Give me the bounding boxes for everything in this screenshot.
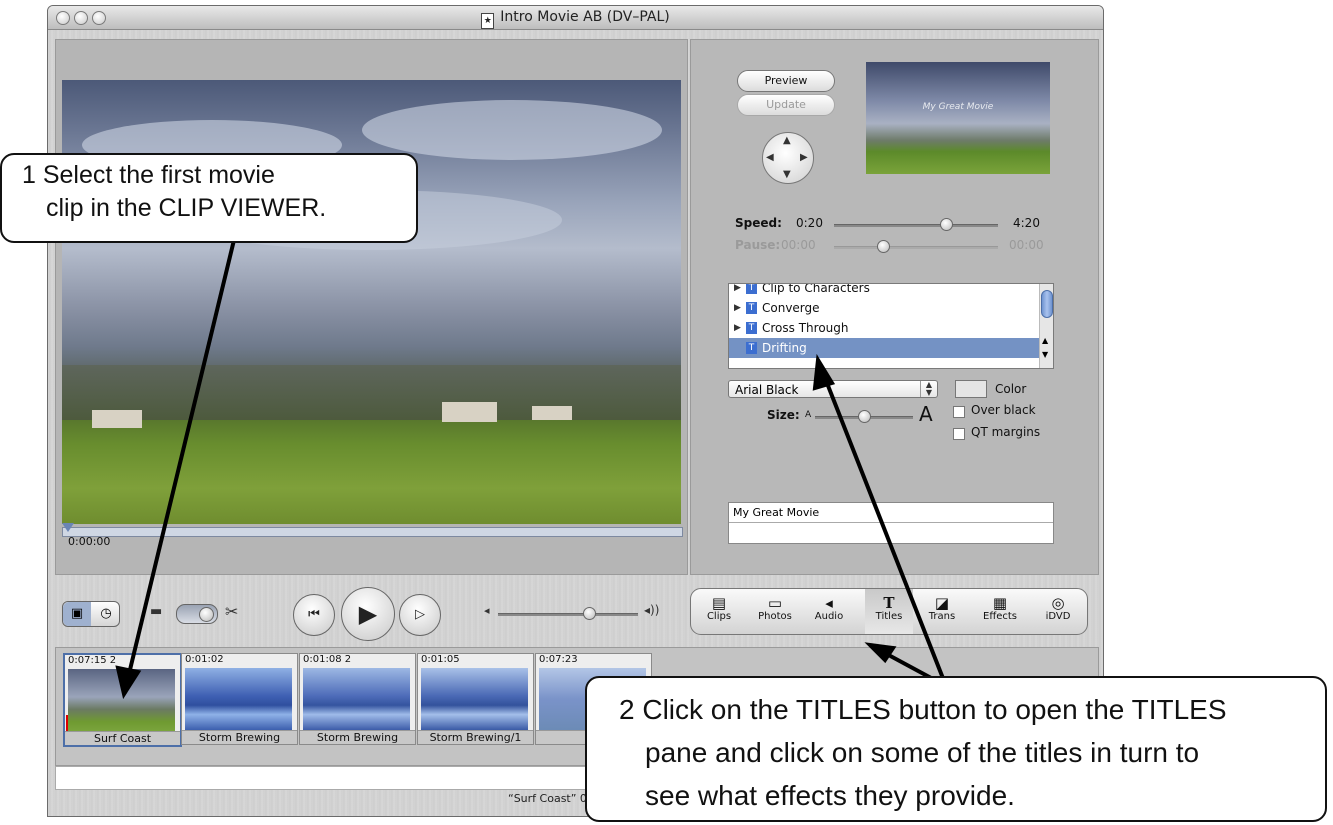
callout-step-1: 1 Select the first movie clip in the CLI… (0, 153, 418, 243)
callout-1-line-1: 1 Select the first movie (22, 161, 275, 189)
callout-1-line-2: clip in the CLIP VIEWER. (46, 194, 327, 222)
arrowhead-drifting (812, 353, 836, 391)
arrowhead-clip (115, 665, 142, 700)
arrow-to-clip (126, 239, 236, 679)
callout-2-line-1: 2 Click on the TITLES button to open the… (619, 694, 1227, 725)
callout-2-line-2: pane and click on some of the titles in … (645, 737, 1200, 768)
callout-step-2: 2 Click on the TITLES button to open the… (585, 676, 1327, 822)
arrow-to-drifting (823, 377, 948, 687)
callout-2-line-3: see what effects they provide. (645, 780, 1015, 811)
